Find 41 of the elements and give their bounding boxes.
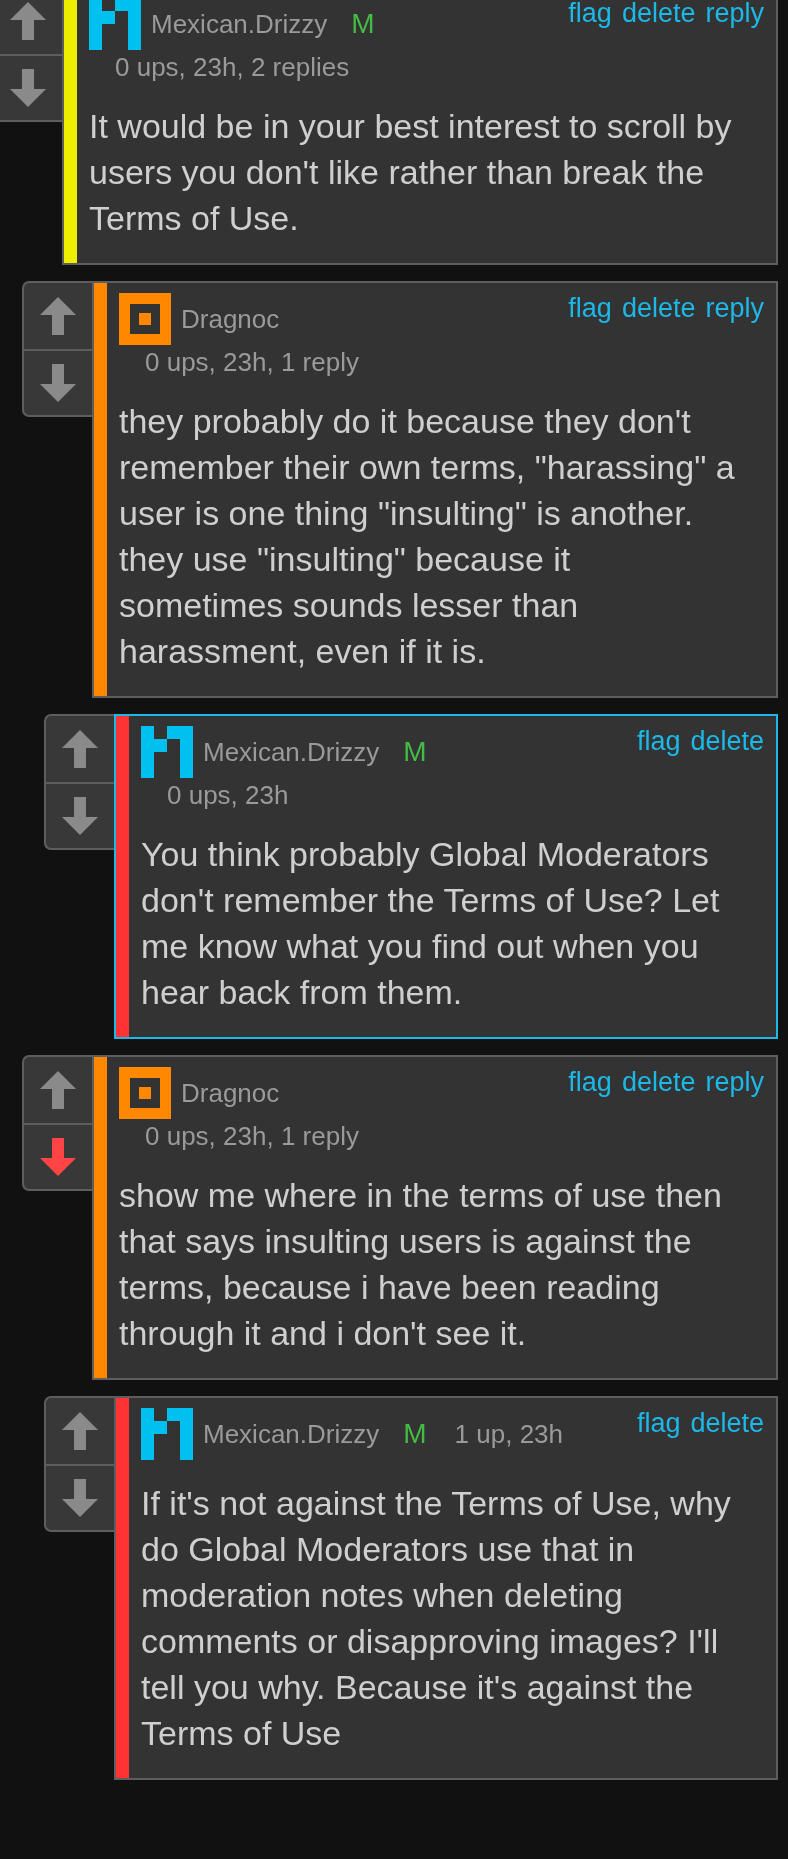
comment-action-link[interactable]: delete <box>621 293 696 324</box>
comment-action-link[interactable]: flag <box>568 1067 612 1098</box>
comment-text: they probably do it because they don't remember their own terms, "harassing" a user is one thing "insulting" is another. they use "insulting" because it sometimes sounds lesser than harassment, even if it is. <box>119 401 736 672</box>
comment-action-link[interactable]: delete <box>690 726 764 757</box>
comment-action-link[interactable]: flag <box>568 0 612 29</box>
down-arrow-icon <box>62 797 98 835</box>
username[interactable]: Mexican.Drizzy <box>203 1418 380 1450</box>
comment-action-link[interactable]: delete <box>621 0 696 29</box>
comment-action-link[interactable]: reply <box>705 0 764 29</box>
comment-action-link[interactable]: flag <box>636 1408 681 1439</box>
username[interactable]: Dragnoc <box>181 303 280 335</box>
comment-action-link[interactable]: flag <box>636 726 681 757</box>
comment-text: It would be in your best interest to scroll by users you don't like rather than break the Terms of Use. <box>89 106 733 239</box>
mod-label: M <box>351 8 375 40</box>
comment-text: show me where in the terms of use then that says insulting users is against the terms, because i have been reading through it and i don't see it. <box>119 1175 723 1354</box>
comment-meta: 0 ups, 23h, 1 reply <box>145 1121 359 1152</box>
up-arrow-icon <box>40 1071 76 1109</box>
down-arrow-icon <box>62 1479 98 1517</box>
comment-action-link[interactable]: flag <box>568 293 612 324</box>
mod-label: M <box>403 736 427 768</box>
comment-text: If it's not against the Terms of Use, why do Global Moderators use that in moderation notes when deleting comments or disapproving images? I'll tell you why. Because it's against the Terms of Use <box>141 1483 732 1754</box>
comment-meta: 0 ups, 23h, 2 replies <box>115 52 350 83</box>
down-arrow-icon <box>40 364 76 402</box>
up-arrow-icon <box>10 2 46 40</box>
comment-meta: 1 up, 23h <box>454 1418 563 1450</box>
username[interactable]: Mexican.Drizzy <box>151 8 328 40</box>
comment-text: You think probably Global Moderators don't remember the Terms of Use? Let me know what you find out when you hear back from them. <box>141 834 721 1013</box>
username[interactable]: Dragnoc <box>181 1077 280 1109</box>
comment-action-link[interactable]: delete <box>690 1408 764 1439</box>
up-arrow-icon <box>62 730 98 768</box>
comment-action-link[interactable]: reply <box>705 1067 764 1098</box>
comment-meta: 0 ups, 23h, 1 reply <box>145 347 359 378</box>
mod-label: M <box>403 1418 427 1450</box>
comment-action-link[interactable]: reply <box>705 293 764 324</box>
up-arrow-icon <box>62 1412 98 1450</box>
comment-meta: 0 ups, 23h <box>167 780 289 811</box>
down-arrow-icon <box>40 1138 76 1176</box>
username[interactable]: Mexican.Drizzy <box>203 736 380 768</box>
down-arrow-icon <box>10 69 46 107</box>
comment-action-link[interactable]: delete <box>621 1067 696 1098</box>
up-arrow-icon <box>40 297 76 335</box>
